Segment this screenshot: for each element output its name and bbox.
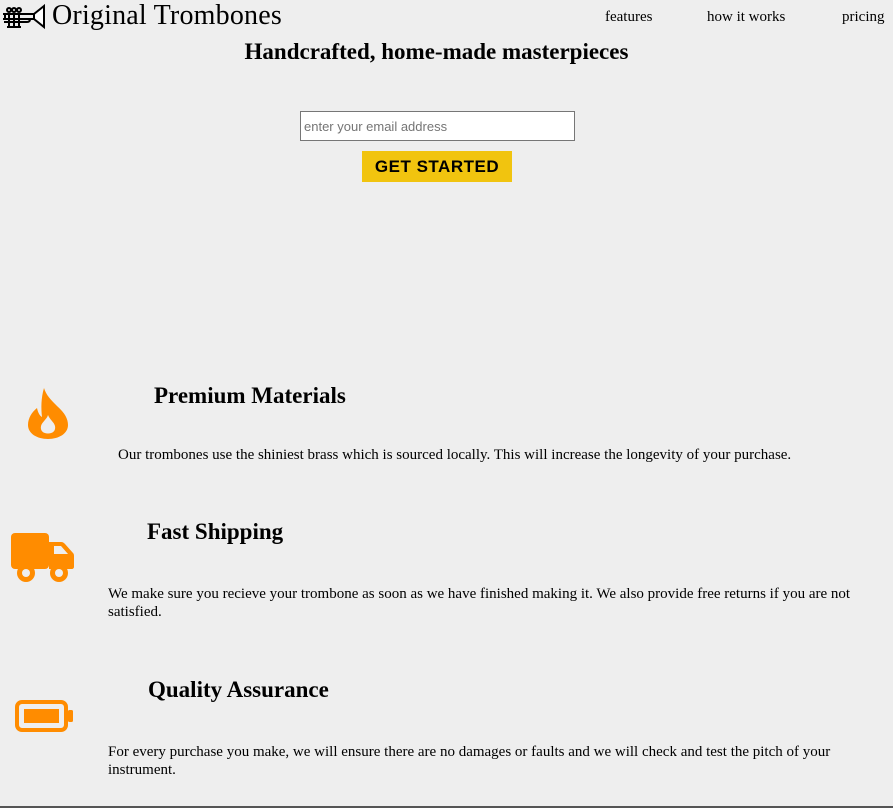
logo-text: Original Trombones xyxy=(52,0,282,31)
battery-icon xyxy=(15,700,73,732)
site-logo[interactable]: Original Trombones xyxy=(0,0,282,34)
feature-title-materials: Premium Materials xyxy=(154,383,346,408)
email-input[interactable] xyxy=(300,111,575,141)
trombone-icon xyxy=(3,3,45,30)
feature-desc-materials: Our trombones use the shiniest brass whi… xyxy=(118,447,792,463)
get-started-button[interactable]: GET STARTED xyxy=(362,151,512,182)
hero-title: Handcrafted, home-made masterpieces xyxy=(244,39,629,64)
feature-desc-shipping: We make sure you recieve your trombone a… xyxy=(108,586,851,620)
feature-desc-quality: For every purchase you make, we will ens… xyxy=(108,744,831,778)
fire-icon xyxy=(28,388,68,439)
nav-link-pricing[interactable]: pricing xyxy=(842,8,885,26)
truck-icon xyxy=(11,533,74,582)
nav-link-how-it-works[interactable]: how it works xyxy=(707,8,785,26)
feature-title-shipping: Fast Shipping xyxy=(147,519,284,544)
feature-title-quality: Quality Assurance xyxy=(148,677,329,702)
nav-link-features[interactable]: features xyxy=(605,8,652,26)
